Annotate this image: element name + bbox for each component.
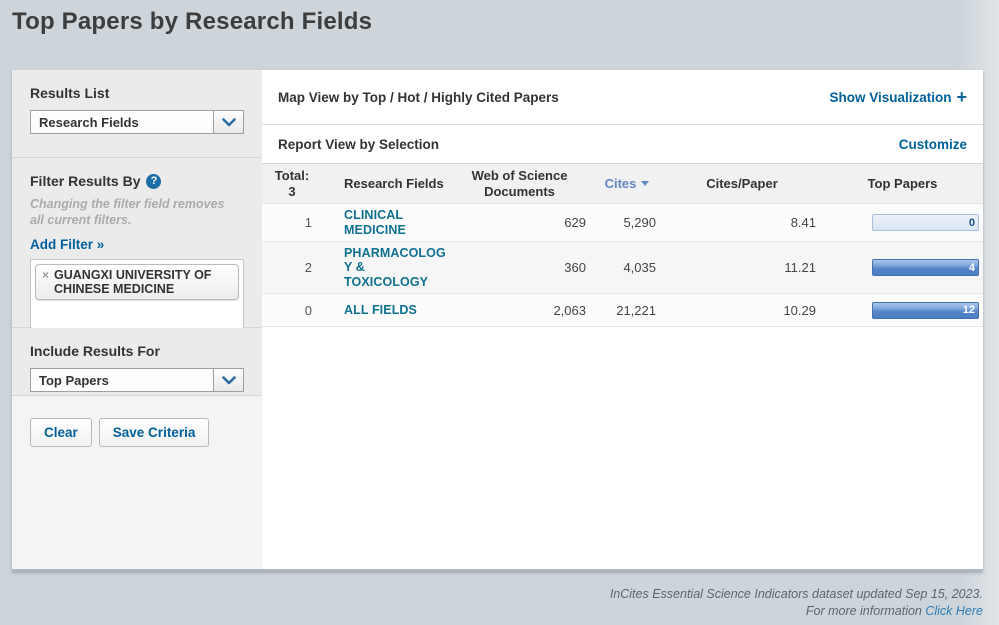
filter-tag-label: GUANGXI UNIVERSITY OF CHINESE MEDICINE <box>54 268 231 297</box>
sidebar-actions: Clear Save Criteria <box>12 396 262 569</box>
sort-descending-icon <box>641 181 649 186</box>
cites-per-paper-cell: 8.41 <box>662 204 822 241</box>
cites-cell: 21,221 <box>592 294 662 326</box>
rank-cell: 0 <box>262 294 322 326</box>
header-cites-label: Cites <box>605 176 637 192</box>
filter-tag[interactable]: × GUANGXI UNIVERSITY OF CHINESE MEDICINE <box>35 264 239 301</box>
research-field-link[interactable]: CLINICAL MEDICINE <box>344 208 406 237</box>
help-icon[interactable]: ? <box>146 174 161 189</box>
top-papers-bar: 4 <box>872 259 979 276</box>
show-visualization-label: Show Visualization <box>829 90 951 105</box>
filter-section: Filter Results By ? Changing the filter … <box>12 158 262 328</box>
research-field-link[interactable]: PHARMACOLOG Y & TOXICOLOGY <box>344 246 447 289</box>
remove-filter-icon[interactable]: × <box>42 268 49 282</box>
header-top-papers[interactable]: Top Papers <box>822 164 983 203</box>
cites-per-paper-cell: 10.29 <box>662 294 822 326</box>
results-list-dropdown[interactable]: Research Fields <box>30 110 244 134</box>
include-results-dropdown-value: Top Papers <box>31 369 213 391</box>
rank-cell: 1 <box>262 204 322 241</box>
table-row: 1 CLINICAL MEDICINE 629 5,290 8.41 0 <box>262 204 983 242</box>
results-list-dropdown-value: Research Fields <box>31 111 213 133</box>
wos-documents-cell: 629 <box>447 204 592 241</box>
results-table: Total: 3 Research Fields Web of Science … <box>262 163 983 327</box>
more-information-text: For more information <box>806 604 925 618</box>
sidebar: Results List Research Fields Filter Resu… <box>12 70 262 569</box>
include-results-section: Include Results For Top Papers <box>12 328 262 396</box>
map-view-bar: Map View by Top / Hot / Highly Cited Pap… <box>262 70 983 125</box>
customize-link[interactable]: Customize <box>899 137 967 152</box>
chevron-down-icon[interactable] <box>213 111 243 133</box>
results-list-label: Results List <box>30 85 244 101</box>
filter-note: Changing the filter field removes all cu… <box>30 196 235 229</box>
header-wos-documents[interactable]: Web of Science Documents <box>447 164 592 203</box>
table-row: 2 PHARMACOLOG Y & TOXICOLOGY 360 4,035 1… <box>262 242 983 294</box>
top-papers-bar: 12 <box>872 302 979 319</box>
clear-button[interactable]: Clear <box>30 418 92 447</box>
save-criteria-button[interactable]: Save Criteria <box>99 418 210 447</box>
app-panel: Results List Research Fields Filter Resu… <box>12 70 983 571</box>
map-view-title: Map View by Top / Hot / Highly Cited Pap… <box>278 90 559 105</box>
rank-cell: 2 <box>262 242 322 293</box>
chevron-down-icon[interactable] <box>213 369 243 391</box>
dataset-footnote: InCites Essential Science Indicators dat… <box>610 586 983 620</box>
wos-documents-cell: 360 <box>447 242 592 293</box>
plus-icon: + <box>956 87 967 107</box>
cites-cell: 4,035 <box>592 242 662 293</box>
show-visualization-link[interactable]: Show Visualization + <box>829 87 967 108</box>
report-area: Map View by Top / Hot / Highly Cited Pap… <box>262 70 983 569</box>
filter-box: × GUANGXI UNIVERSITY OF CHINESE MEDICINE <box>30 259 244 329</box>
include-results-label: Include Results For <box>30 343 244 359</box>
table-row: 0 ALL FIELDS 2,063 21,221 10.29 12 <box>262 294 983 327</box>
add-filter-link[interactable]: Add Filter » <box>30 237 104 252</box>
cites-per-paper-cell: 11.21 <box>662 242 822 293</box>
report-view-title: Report View by Selection <box>278 137 439 152</box>
header-cites-paper[interactable]: Cites/Paper <box>662 164 822 203</box>
top-papers-bar: 0 <box>872 214 979 231</box>
header-research-fields[interactable]: Research Fields <box>322 164 447 203</box>
cites-cell: 5,290 <box>592 204 662 241</box>
include-results-dropdown[interactable]: Top Papers <box>30 368 244 392</box>
results-list-section: Results List Research Fields <box>12 70 262 158</box>
click-here-link[interactable]: Click Here <box>925 604 983 618</box>
header-cites-sorted[interactable]: Cites <box>592 164 662 203</box>
dataset-updated-text: InCites Essential Science Indicators dat… <box>610 586 983 603</box>
page-title: Top Papers by Research Fields <box>0 0 999 44</box>
header-total: Total: 3 <box>262 164 322 203</box>
report-view-bar: Report View by Selection Customize <box>262 125 983 163</box>
wos-documents-cell: 2,063 <box>447 294 592 326</box>
table-header-row: Total: 3 Research Fields Web of Science … <box>262 163 983 204</box>
research-field-link[interactable]: ALL FIELDS <box>344 303 417 317</box>
filter-results-by-label: Filter Results By <box>30 173 140 189</box>
